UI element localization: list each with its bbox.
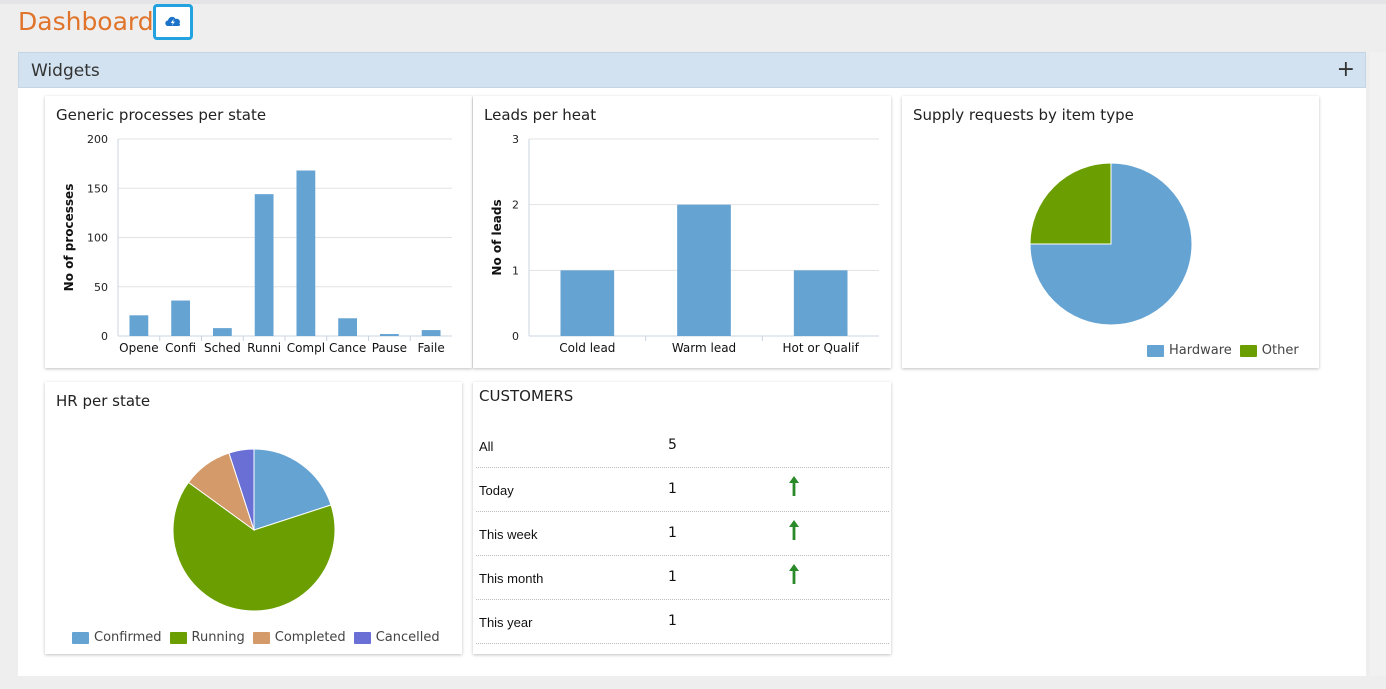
bar [129, 315, 149, 336]
bar [338, 318, 358, 336]
y-tick-label: 3 [512, 133, 519, 146]
row-count: 1 [668, 525, 677, 541]
widget-title: CUSTOMERS [479, 387, 574, 405]
table-row[interactable]: This year 1 [476, 599, 889, 644]
customers-widget: CUSTOMERS All 5 Today 1 This week 1 This month… [473, 382, 891, 654]
bar [560, 270, 615, 336]
x-tick-label: Faile [418, 341, 445, 355]
supply-widget: Supply requests by item type Hardware Oth… [902, 96, 1319, 368]
supply-legend: Hardware Other [1147, 343, 1299, 358]
row-label: This month [479, 571, 544, 586]
y-tick-label: 100 [87, 232, 108, 245]
y-tick-label: 50 [94, 281, 108, 294]
row-label: All [479, 439, 494, 454]
table-row[interactable]: Today 1 [476, 467, 889, 512]
legend-item[interactable]: Completed [252, 630, 346, 645]
x-tick-label: Cold lead [559, 341, 615, 355]
legend-label: Completed [274, 630, 346, 645]
legend-swatch [252, 631, 270, 644]
bar [296, 170, 316, 336]
widgets-header[interactable]: Widgets + [18, 52, 1366, 88]
leads-widget: Leads per heat 0 1 2 3 No of leads Cold lead W… [473, 96, 891, 368]
legend-label: Confirmed [94, 630, 162, 645]
supply-chart [1029, 162, 1193, 326]
trend-up-icon [788, 563, 800, 589]
hr-chart [172, 448, 336, 612]
add-widget-button[interactable]: + [1337, 55, 1355, 85]
cloud-refresh-icon [163, 12, 183, 32]
row-label: Today [479, 483, 514, 498]
leads-chart: 0 1 2 3 No of leads Cold lead Warm lead Hot or … [490, 133, 879, 355]
legend-swatch [72, 631, 89, 644]
top-bar [0, 0, 1386, 4]
y-axis-label: No of leads [490, 199, 504, 275]
bar [677, 204, 731, 336]
row-count: 1 [668, 569, 677, 585]
bar [379, 334, 399, 336]
y-tick-label: 200 [87, 133, 108, 146]
x-tick-label: Sched [204, 341, 241, 355]
trend-up-icon [788, 519, 800, 545]
x-tick-label: Pause [372, 341, 407, 355]
x-tick-label: Compl [287, 341, 325, 355]
row-label: This year [479, 615, 533, 630]
y-tick-label: 2 [512, 199, 519, 212]
legend-swatch [353, 631, 371, 644]
x-tick-label: Warm lead [672, 341, 736, 355]
y-tick-label: 0 [512, 330, 519, 343]
bar [254, 194, 274, 336]
widgets-title: Widgets [31, 61, 100, 81]
generic-processes-chart: 0 50 100 150 200 No of processes Opene Confi Sch… [62, 133, 452, 355]
x-tick-label: Confi [165, 341, 196, 355]
row-count: 1 [668, 481, 677, 497]
refresh-button[interactable] [153, 4, 193, 40]
legend-label: Other [1261, 343, 1299, 358]
legend-label: Cancelled [375, 630, 440, 645]
legend-swatch [1147, 344, 1164, 357]
page-title: Dashboard [18, 7, 154, 36]
row-count: 5 [668, 437, 677, 453]
table-row[interactable]: This week 1 [476, 511, 889, 556]
y-axis-label: No of processes [62, 184, 76, 292]
legend-item[interactable]: Other [1239, 343, 1299, 358]
legend-item[interactable]: Confirmed [72, 630, 162, 645]
bar [421, 330, 441, 336]
legend-swatch [1239, 344, 1257, 357]
hr-legend: Confirmed Running Completed Cancelled [72, 630, 440, 645]
x-tick-label: Cance [329, 341, 366, 355]
scrollbar-track[interactable] [1370, 52, 1386, 676]
generic-processes-widget: Generic processes per state 0 50 100 150 200… [45, 96, 472, 368]
bar [171, 300, 191, 336]
trend-up-icon [788, 475, 800, 501]
legend-label: Hardware [1169, 343, 1232, 358]
table-row[interactable]: All 5 [476, 423, 889, 468]
y-tick-label: 1 [512, 264, 519, 277]
hr-widget: HR per state Confirmed Running Completed Ca… [45, 382, 462, 654]
bar [212, 328, 232, 336]
row-count: 1 [668, 613, 677, 629]
x-tick-label: Hot or Qualif [783, 341, 860, 355]
table-row[interactable]: This month 1 [476, 555, 889, 600]
y-tick-label: 0 [101, 330, 108, 343]
y-tick-label: 150 [87, 182, 108, 195]
x-tick-label: Runni [247, 341, 281, 355]
legend-label: Running [191, 630, 245, 645]
legend-item[interactable]: Hardware [1147, 343, 1232, 358]
row-label: This week [479, 527, 538, 542]
legend-item[interactable]: Cancelled [353, 630, 440, 645]
legend-swatch [169, 631, 187, 644]
bar [793, 270, 848, 336]
pie-slice [1029, 162, 1112, 245]
legend-item[interactable]: Running [169, 630, 245, 645]
x-tick-label: Opene [119, 341, 158, 355]
